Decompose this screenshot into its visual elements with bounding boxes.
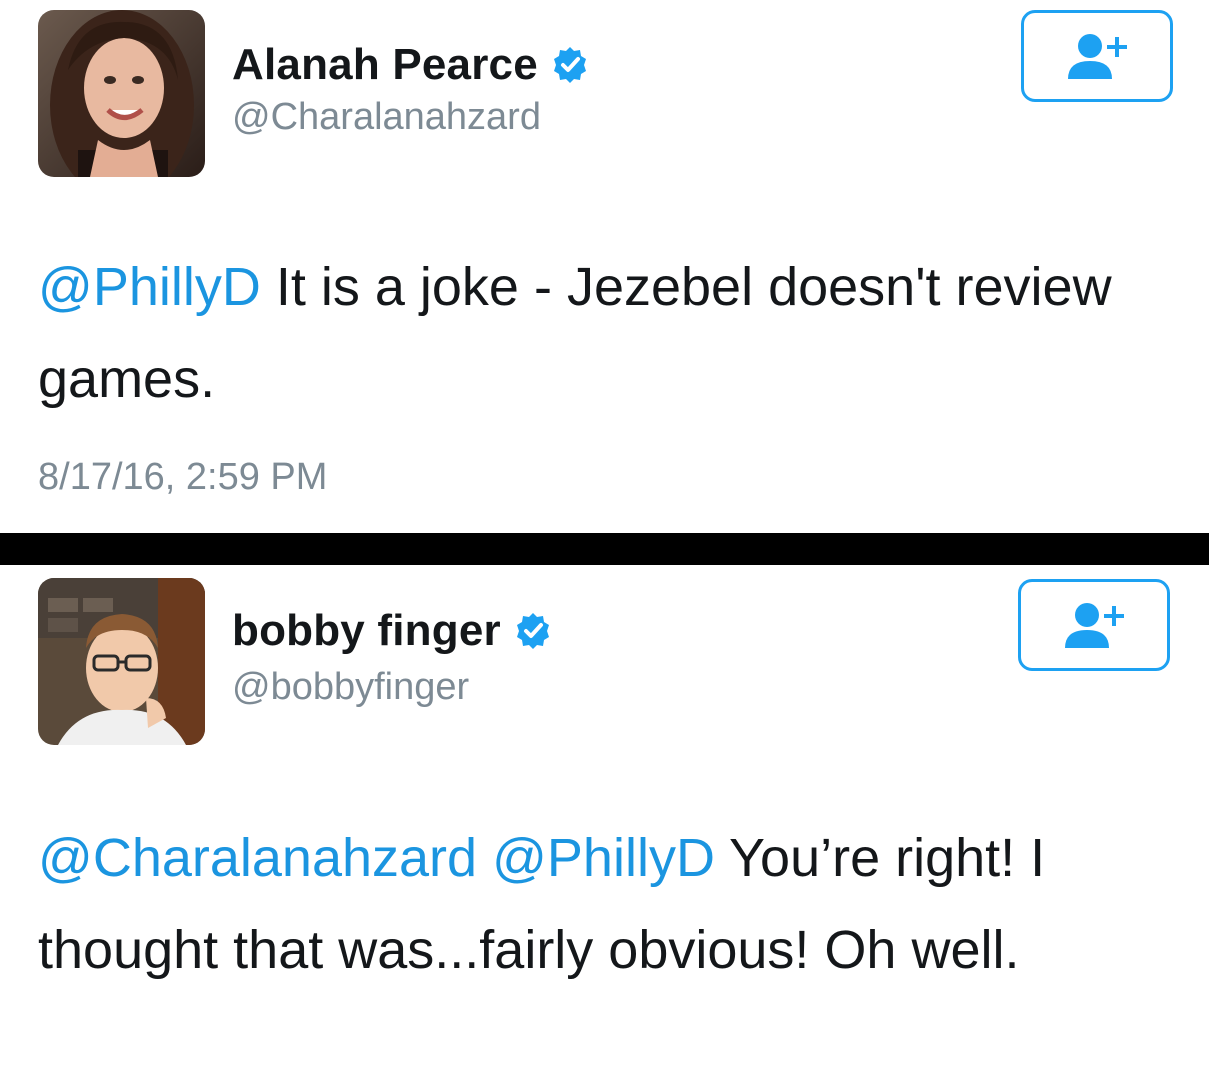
name-row: bobby finger [232,606,553,656]
timestamp: 8/17/16, 2:59 PM [38,456,328,498]
avatar-photo-icon [38,578,205,745]
verified-badge-icon [553,47,586,83]
tweet-text: @PhillyD It is a joke - Jezebel doesn't … [38,241,1178,425]
mention-link[interactable]: @PhillyD [38,257,261,317]
name-row: Alanah Pearce [232,40,590,90]
follow-button[interactable] [1018,579,1170,671]
follow-user-plus-icon [1065,603,1124,648]
handle[interactable]: @Charalanahzard [232,96,541,139]
divider [0,533,1209,565]
tweet-card: Alanah Pearce @Charalanahzard @PhillyD I… [0,0,1209,533]
display-name[interactable]: bobby finger [232,606,501,656]
avatar[interactable] [38,10,205,177]
mention-link[interactable]: @PhillyD [492,828,715,888]
tweet-card: bobby finger @bobbyfinger @Charalanahzar… [0,565,1209,1081]
avatar-photo-icon [38,10,205,177]
tweet-text: @Charalanahzard @PhillyD You’re right! I… [38,812,1178,996]
follow-user-plus-icon [1068,34,1127,79]
display-name[interactable]: Alanah Pearce [232,40,538,90]
handle[interactable]: @bobbyfinger [232,666,469,709]
follow-button[interactable] [1021,10,1173,102]
avatar[interactable] [38,578,205,745]
verified-badge-icon [516,613,549,649]
mention-link[interactable]: @Charalanahzard [38,828,477,888]
